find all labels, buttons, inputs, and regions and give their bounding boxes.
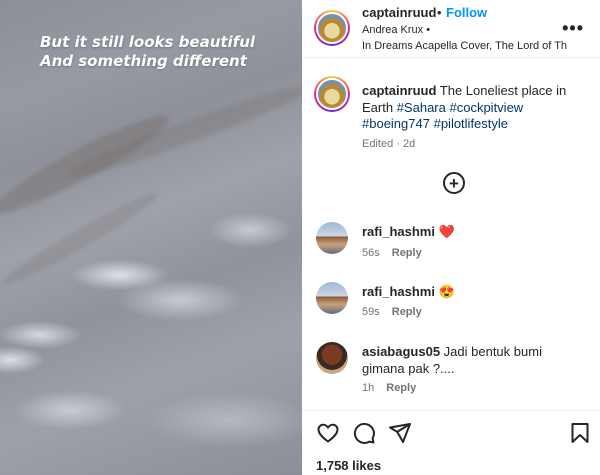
comment-item: asiabagus05 Jadi bentuk bumi gimana pak …: [362, 343, 582, 377]
heart-icon[interactable]: [316, 421, 340, 445]
reply-button[interactable]: Reply: [392, 247, 422, 259]
hashtag-link[interactable]: #cockpitview: [449, 100, 523, 115]
more-horizontal-icon[interactable]: •••: [562, 18, 584, 39]
comment-meta: 56s Reply: [362, 247, 422, 259]
overlay-line-1: But it still looks beautiful: [40, 33, 256, 51]
comment-item: rafi_hashmi 😍: [362, 283, 582, 300]
reply-button[interactable]: Reply: [386, 382, 416, 394]
comment-item: rafi_hashmi ❤️: [362, 223, 582, 240]
comment-icon[interactable]: [352, 421, 376, 445]
comment-text: ❤️: [438, 224, 455, 239]
comment-username[interactable]: asiabagus05: [362, 344, 440, 359]
comment-time: 1h: [362, 382, 375, 394]
plus-circle-icon[interactable]: +: [443, 172, 465, 194]
hashtag-link[interactable]: #Sahara: [397, 100, 446, 115]
author-username[interactable]: captainruud: [362, 5, 436, 20]
post-header: captainruud • Follow Andrea Krux • In Dr…: [302, 0, 600, 58]
post-media-video[interactable]: But it still looks beautiful And somethi…: [0, 0, 302, 475]
like-count[interactable]: 1,758 likes: [316, 458, 381, 473]
commenter-avatar[interactable]: [316, 222, 348, 254]
video-overlay-text: But it still looks beautiful And somethi…: [40, 33, 280, 71]
post-caption: captainruud The Loneliest place in Earth…: [362, 83, 584, 133]
follow-button[interactable]: Follow: [446, 5, 487, 20]
audio-artist[interactable]: Andrea Krux •: [362, 24, 430, 36]
send-icon[interactable]: [388, 421, 412, 445]
author-avatar[interactable]: [314, 10, 350, 46]
comment-meta: 59s Reply: [362, 306, 422, 318]
terrain-ridge: [64, 76, 302, 186]
comment-time: 59s: [362, 306, 380, 318]
hashtag-link[interactable]: #boeing747: [362, 116, 430, 131]
comment-text: 😍: [438, 284, 455, 299]
commenter-avatar[interactable]: [316, 342, 348, 374]
caption-author-avatar[interactable]: [314, 76, 350, 112]
caption-meta: Edited · 2d: [362, 138, 416, 150]
reply-button[interactable]: Reply: [392, 306, 422, 318]
comment-time: 56s: [362, 247, 380, 259]
bookmark-icon[interactable]: [568, 421, 592, 445]
caption-username[interactable]: captainruud: [362, 83, 436, 98]
post-action-bar: [302, 410, 600, 450]
commenter-avatar[interactable]: [316, 282, 348, 314]
comment-meta: 1h Reply: [362, 382, 416, 394]
overlay-line-2: And something different: [40, 52, 247, 70]
comment-username[interactable]: rafi_hashmi: [362, 284, 435, 299]
post-details-panel: captainruud • Follow Andrea Krux • In Dr…: [302, 0, 600, 475]
comment-username[interactable]: rafi_hashmi: [362, 224, 435, 239]
hashtag-link[interactable]: #pilotlifestyle: [434, 116, 508, 131]
separator-dot: •: [437, 5, 442, 20]
audio-title[interactable]: In Dreams Acapella Cover, The Lord of Th: [362, 40, 567, 52]
